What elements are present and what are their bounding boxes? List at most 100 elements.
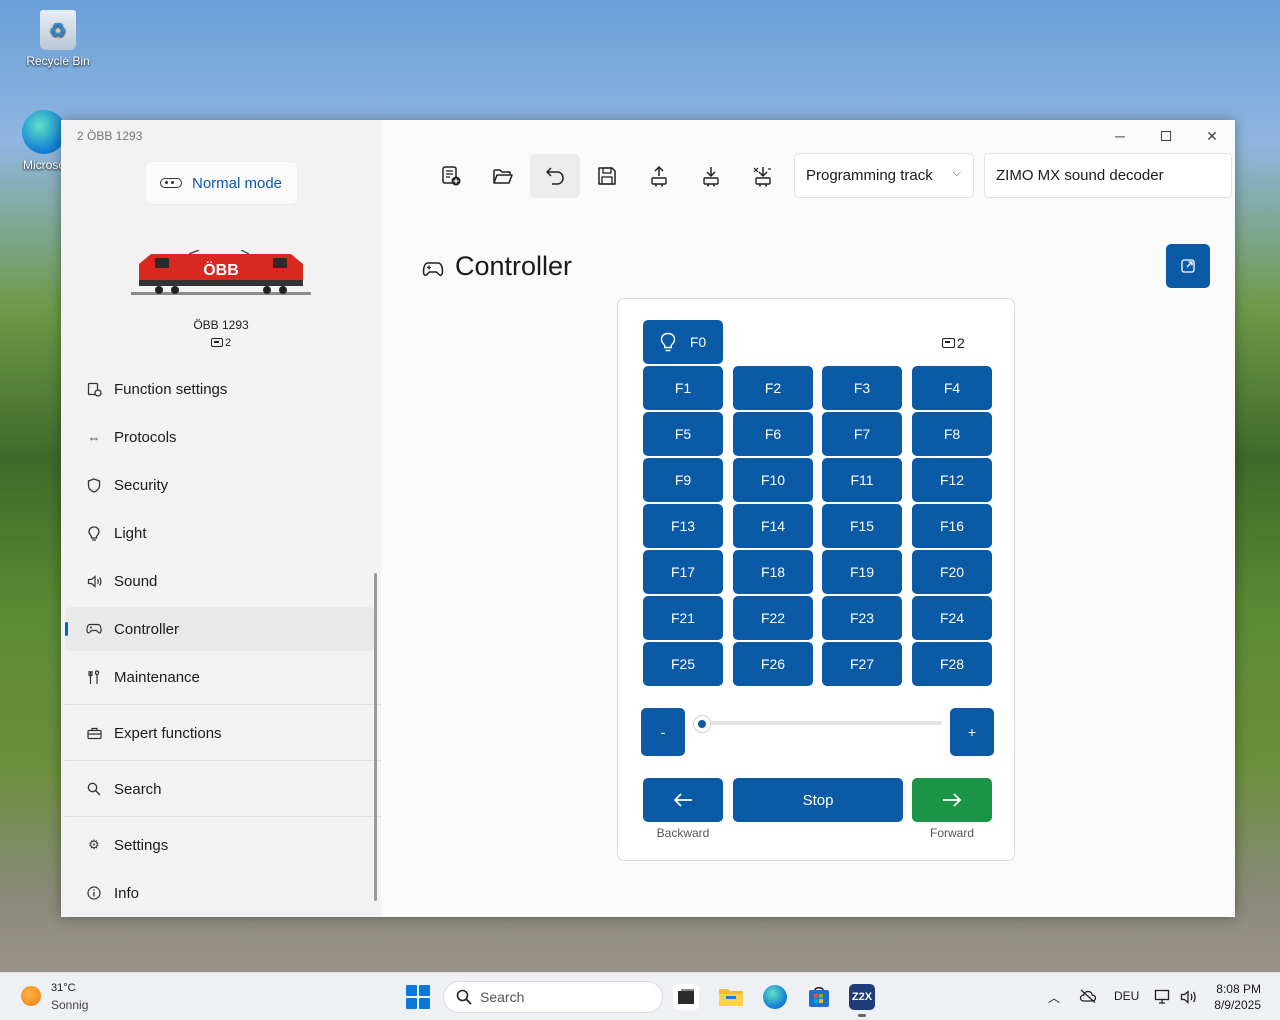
sun-icon[interactable]: [21, 986, 41, 1006]
sidebar-item-settings[interactable]: ⚙ Settings: [65, 823, 375, 867]
download-all-button[interactable]: [738, 154, 788, 198]
upload-to-decoder-button[interactable]: [634, 154, 684, 198]
speed-decrease-button[interactable]: -: [641, 708, 685, 756]
sidebar-divider: [65, 816, 381, 817]
sidebar: 2 ÖBB 1293 Normal mode ÖBB ÖBB 1293 2 Fu…: [61, 120, 381, 917]
function-button-f1[interactable]: F1: [643, 366, 723, 410]
system-clock[interactable]: 8:08 PM 8/9/2025: [1214, 981, 1261, 1013]
backward-button[interactable]: [643, 778, 723, 822]
sidebar-divider: [65, 760, 381, 761]
function-button-f18[interactable]: F18: [733, 550, 813, 594]
sidebar-item-label: Expert functions: [114, 724, 222, 742]
recycle-bin-label: Recycle Bin: [26, 54, 90, 68]
open-folder-icon: [493, 169, 513, 184]
forward-button[interactable]: [912, 778, 992, 822]
function-button-f12[interactable]: F12: [912, 458, 992, 502]
function-button-f5[interactable]: F5: [643, 412, 723, 456]
function-button-f17[interactable]: F17: [643, 550, 723, 594]
sidebar-item-controller[interactable]: Controller: [65, 607, 375, 651]
weather-description[interactable]: Sonnig: [51, 998, 88, 1012]
maximize-button[interactable]: [1143, 120, 1189, 152]
sidebar-item-function-settings[interactable]: Function settings: [65, 367, 375, 411]
sidebar-item-info[interactable]: Info: [65, 871, 375, 915]
weather-temperature[interactable]: 31°C: [51, 982, 76, 994]
function-button-f6[interactable]: F6: [733, 412, 813, 456]
chevron-up-icon[interactable]: ︿: [1048, 989, 1060, 1006]
function-button-f28[interactable]: F28: [912, 642, 992, 686]
sidebar-item-protocols[interactable]: ⇔ Protocols: [65, 415, 375, 459]
function-button-f11[interactable]: F11: [822, 458, 902, 502]
function-button-f13[interactable]: F13: [643, 504, 723, 548]
clock-date: 8/9/2025: [1214, 998, 1261, 1012]
decoder-field[interactable]: ZIMO MX sound decoder: [984, 153, 1232, 198]
function-button-f2[interactable]: F2: [733, 366, 813, 410]
f0-button[interactable]: F0: [643, 320, 723, 364]
forward-label: Forward: [929, 826, 974, 840]
mode-button[interactable]: Normal mode: [145, 161, 298, 205]
file-explorer-button[interactable]: [718, 984, 744, 1010]
volume-icon[interactable]: [1180, 989, 1198, 1008]
function-button-f4[interactable]: F4: [912, 366, 992, 410]
start-button[interactable]: [406, 985, 430, 1009]
clock-time: 8:08 PM: [1216, 982, 1261, 996]
store-button[interactable]: [806, 984, 832, 1010]
z2x-app-icon: Z2X: [851, 991, 873, 1003]
sidebar-item-security[interactable]: Security: [65, 463, 375, 507]
function-button-f27[interactable]: F27: [822, 642, 902, 686]
edge-browser-button[interactable]: [762, 984, 788, 1010]
minimize-button[interactable]: ─: [1097, 120, 1143, 152]
network-offline-icon[interactable]: [1079, 989, 1097, 1006]
taskbar-search[interactable]: Search: [443, 981, 663, 1013]
edge-icon: [763, 985, 787, 1009]
function-button-f16[interactable]: F16: [912, 504, 992, 548]
function-button-f20[interactable]: F20: [912, 550, 992, 594]
sidebar-item-sound[interactable]: Sound: [65, 559, 375, 603]
download-all-icon: [753, 167, 771, 187]
sidebar-scrollbar[interactable]: [374, 573, 377, 901]
function-button-f9[interactable]: F9: [643, 458, 723, 502]
new-file-button[interactable]: [426, 154, 476, 198]
stop-button[interactable]: Stop: [733, 778, 903, 822]
speed-increase-button[interactable]: +: [950, 708, 994, 756]
gamepad-icon: [86, 621, 102, 637]
function-button-f21[interactable]: F21: [643, 596, 723, 640]
function-button-f19[interactable]: F19: [822, 550, 902, 594]
undo-button[interactable]: [530, 154, 580, 198]
upload-icon: [651, 165, 667, 187]
display-icon[interactable]: [1154, 989, 1172, 1008]
sidebar-item-light[interactable]: Light: [65, 511, 375, 555]
function-button-f26[interactable]: F26: [733, 642, 813, 686]
track-select[interactable]: Programming track ⌵: [794, 153, 974, 198]
loco-brand-logo: ÖBB: [203, 260, 239, 279]
sidebar-item-search[interactable]: Search: [65, 767, 375, 811]
sidebar-item-expert-functions[interactable]: Expert functions: [65, 711, 375, 755]
open-folder-button[interactable]: [478, 154, 528, 198]
popout-button[interactable]: [1166, 244, 1210, 288]
window-title: 2 ÖBB 1293: [77, 129, 143, 143]
function-button-f3[interactable]: F3: [822, 366, 902, 410]
chevron-down-icon: ⌵: [952, 167, 961, 179]
speed-slider-thumb[interactable]: [693, 715, 711, 733]
task-view-button[interactable]: [673, 984, 699, 1010]
page-title: Controller: [455, 251, 573, 281]
download-from-decoder-button[interactable]: [686, 154, 736, 198]
function-button-f10[interactable]: F10: [733, 458, 813, 502]
function-button-f23[interactable]: F23: [822, 596, 902, 640]
function-button-f8[interactable]: F8: [912, 412, 992, 456]
function-button-f22[interactable]: F22: [733, 596, 813, 640]
recycle-bin-shortcut[interactable]: ♻ Recycle Bin: [18, 10, 98, 68]
function-button-f15[interactable]: F15: [822, 504, 902, 548]
function-button-f14[interactable]: F14: [733, 504, 813, 548]
input-language[interactable]: DEU: [1114, 989, 1139, 1003]
close-button[interactable]: ✕: [1189, 120, 1235, 152]
sidebar-item-label: Protocols: [114, 428, 177, 446]
plus-label: +: [967, 724, 977, 740]
speed-slider-track[interactable]: [702, 721, 942, 725]
save-button[interactable]: [582, 154, 632, 198]
function-button-f24[interactable]: F24: [912, 596, 992, 640]
sidebar-item-maintenance[interactable]: Maintenance: [65, 655, 375, 699]
function-button-f25[interactable]: F25: [643, 642, 723, 686]
z2x-app-button[interactable]: Z2X: [849, 984, 875, 1010]
function-button-f7[interactable]: F7: [822, 412, 902, 456]
controller-page-icon: [422, 262, 444, 276]
